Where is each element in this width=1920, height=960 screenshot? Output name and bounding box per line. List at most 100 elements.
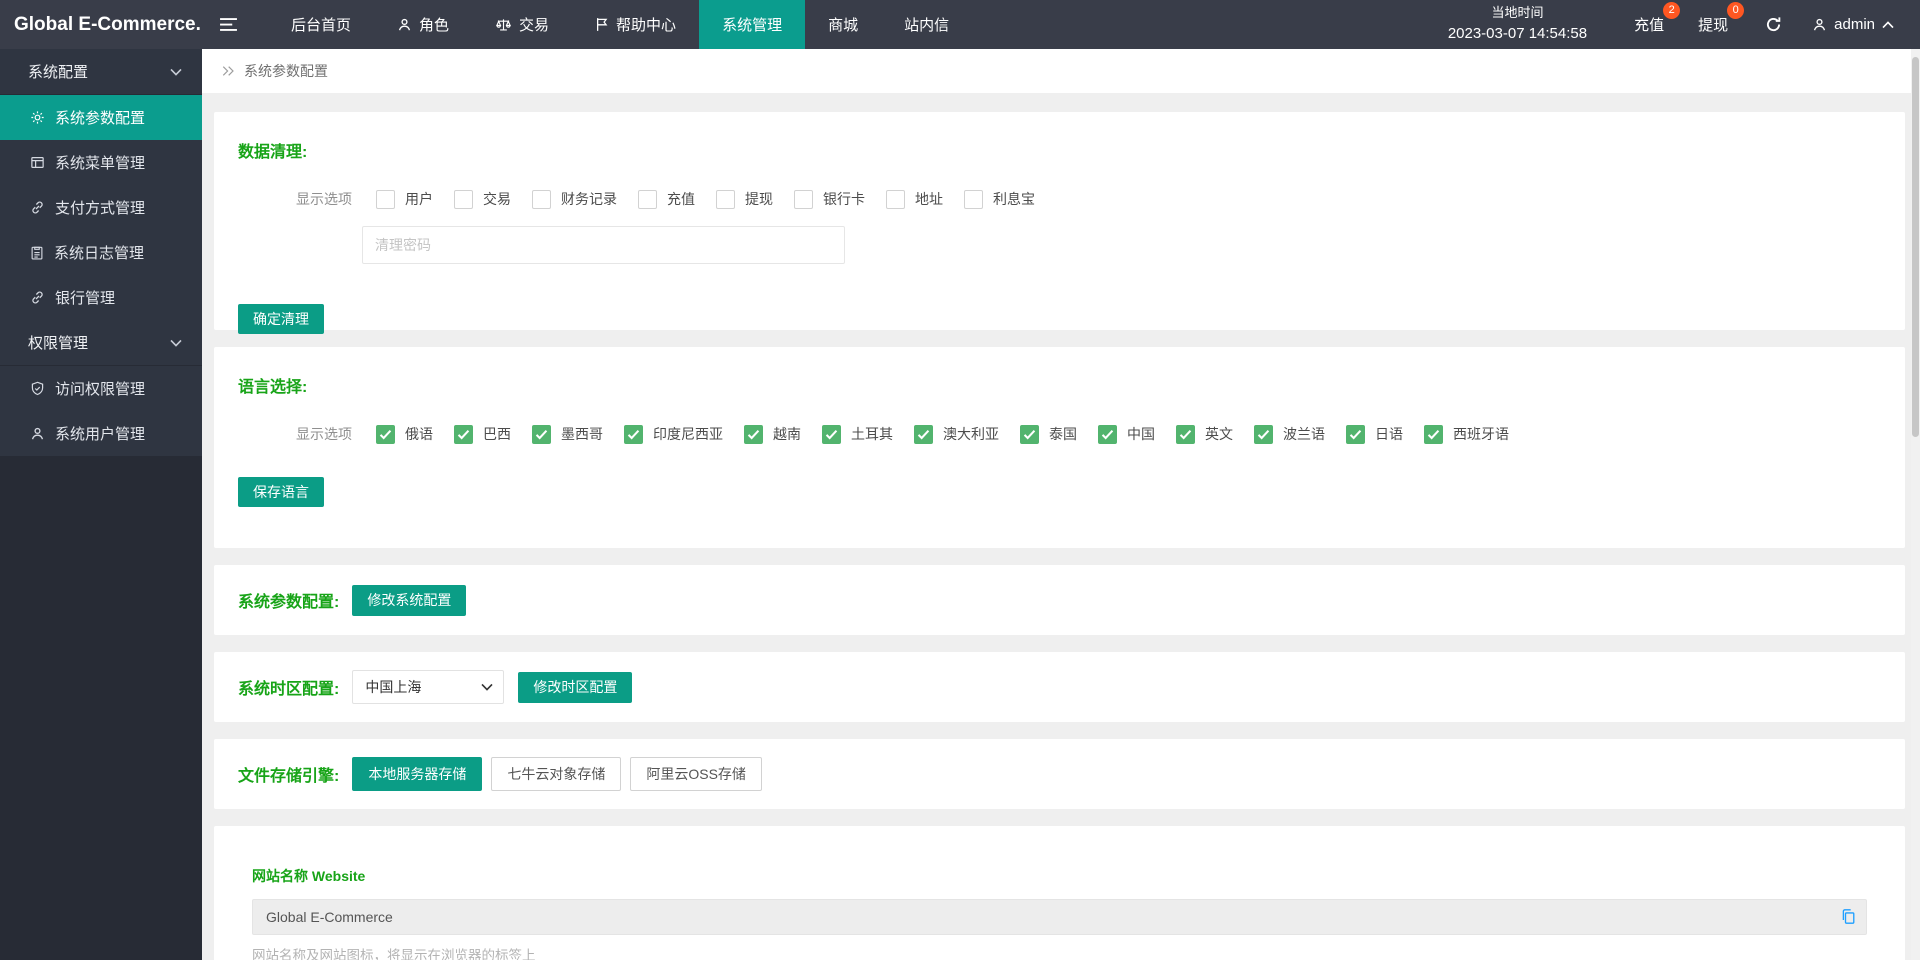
system-param-label: 系统参数配置: — [238, 594, 340, 611]
timezone-select[interactable]: 中国上海 — [352, 670, 505, 704]
withdraw-badge: 0 — [1727, 2, 1745, 19]
timezone-label: 系统时区配置: — [238, 681, 340, 698]
recharge-label: 充值 — [1634, 17, 1665, 34]
sidebar-group-label: 系统配置 — [28, 64, 89, 81]
breadcrumb-title: 系统参数配置 — [244, 63, 328, 79]
withdraw-label: 提现 — [1698, 17, 1729, 34]
checkbox-unchecked[interactable] — [716, 189, 735, 209]
language-option[interactable]: 澳大利亚 — [914, 424, 999, 444]
sidebar-item-label: 系统用户管理 — [55, 426, 146, 443]
sidebar-group-header[interactable]: 系统配置 — [0, 49, 202, 95]
data-clean-checkbox-group: 用户 交易 财务记录 充值 提现 银行卡 地址 利息宝 — [376, 189, 1056, 209]
language-option[interactable]: 印度尼西亚 — [624, 424, 723, 444]
checkbox-checked[interactable] — [532, 424, 551, 444]
sidebar-group-header[interactable]: 权限管理 — [0, 320, 202, 366]
checkbox-checked[interactable] — [1176, 424, 1195, 444]
nav-item-6[interactable]: 商城 — [805, 0, 881, 49]
user-menu[interactable]: admin — [1812, 16, 1894, 33]
checkbox-checked[interactable] — [1254, 424, 1273, 444]
storage-option-button-1[interactable]: 本地服务器存储 — [352, 757, 483, 791]
recharge-button[interactable]: 充值 2 — [1634, 2, 1681, 35]
checkbox-checked[interactable] — [1346, 424, 1365, 444]
checkbox-label: 越南 — [773, 426, 801, 442]
language-option[interactable]: 波兰语 — [1254, 424, 1325, 444]
modify-timezone-button[interactable]: 修改时区配置 — [518, 671, 633, 703]
modify-system-config-button[interactable]: 修改系统配置 — [352, 584, 467, 616]
checkbox-unchecked[interactable] — [532, 189, 551, 209]
sidebar-item[interactable]: 系统参数配置 — [0, 95, 202, 140]
data-clean-option[interactable]: 用户 — [376, 189, 433, 209]
checkbox-unchecked[interactable] — [886, 189, 905, 209]
nav-item-4[interactable]: 帮助中心 — [572, 0, 699, 49]
clean-password-input[interactable] — [362, 226, 845, 264]
language-option[interactable]: 中国 — [1098, 424, 1155, 444]
checkbox-checked[interactable] — [822, 424, 841, 444]
hamburger-icon — [219, 17, 238, 32]
checkbox-checked[interactable] — [1020, 424, 1039, 444]
data-clean-option[interactable]: 银行卡 — [794, 189, 865, 209]
sidebar-item[interactable]: 系统日志管理 — [0, 230, 202, 275]
sidebar-group-label: 权限管理 — [28, 335, 89, 352]
withdraw-button[interactable]: 提现 0 — [1698, 2, 1745, 35]
language-option[interactable]: 俄语 — [376, 424, 433, 444]
hamburger-button[interactable] — [202, 0, 254, 49]
copy-icon[interactable] — [1840, 908, 1856, 930]
storage-card: 文件存储引擎: 本地服务器存储 七牛云对象存储 阿里云OSS存储 — [214, 739, 1905, 809]
nav-item-2[interactable]: 角色 — [374, 0, 472, 49]
language-option[interactable]: 土耳其 — [822, 424, 893, 444]
website-name-input[interactable] — [252, 899, 1867, 935]
nav-item-7[interactable]: 站内信 — [881, 0, 972, 49]
language-option[interactable]: 西班牙语 — [1424, 424, 1509, 444]
refresh-button[interactable] — [1765, 16, 1782, 33]
nav-item-label: 后台首页 — [291, 17, 352, 34]
data-clean-option[interactable]: 充值 — [638, 189, 695, 209]
data-clean-option[interactable]: 提现 — [716, 189, 773, 209]
data-clean-options-row: 显示选项 用户 交易 财务记录 充值 提现 银行卡 地址 利息宝 — [296, 189, 1881, 209]
storage-option-button-3[interactable]: 阿里云OSS存储 — [630, 757, 762, 791]
checkbox-unchecked[interactable] — [638, 189, 657, 209]
data-clean-option[interactable]: 财务记录 — [532, 189, 617, 209]
checkbox-label: 西班牙语 — [1453, 426, 1509, 442]
nav-item-3[interactable]: 交易 — [472, 0, 572, 49]
language-option[interactable]: 日语 — [1346, 424, 1403, 444]
checkbox-unchecked[interactable] — [794, 189, 813, 209]
main-content: 数据清理: 显示选项 用户 交易 财务记录 充值 提现 银行卡 地址 利息宝 确定清理 语言选… — [202, 93, 1920, 960]
checkbox-checked[interactable] — [1424, 424, 1443, 444]
data-clean-option[interactable]: 地址 — [886, 189, 943, 209]
nav-item-1[interactable]: 后台首页 — [268, 0, 374, 49]
checkbox-checked[interactable] — [1098, 424, 1117, 444]
main-nav: 后台首页 角色 交易 帮助中心 系统管理 商城 站内信 — [268, 0, 972, 49]
sidebar-item[interactable]: 访问权限管理 — [0, 366, 202, 411]
checkbox-checked[interactable] — [376, 424, 395, 444]
checkbox-unchecked[interactable] — [454, 189, 473, 209]
sidebar-item[interactable]: 系统菜单管理 — [0, 140, 202, 185]
language-option[interactable]: 巴西 — [454, 424, 511, 444]
data-clean-option[interactable]: 交易 — [454, 189, 511, 209]
flag-icon — [595, 17, 609, 32]
storage-option-button-2[interactable]: 七牛云对象存储 — [491, 757, 622, 791]
confirm-clean-button[interactable]: 确定清理 — [238, 304, 324, 334]
checkbox-checked[interactable] — [454, 424, 473, 444]
language-option[interactable]: 英文 — [1176, 424, 1233, 444]
chevron-up-icon — [1882, 20, 1894, 29]
checkbox-checked[interactable] — [914, 424, 933, 444]
scrollbar-thumb[interactable] — [1912, 57, 1919, 437]
language-option[interactable]: 墨西哥 — [532, 424, 603, 444]
language-option[interactable]: 泰国 — [1020, 424, 1077, 444]
save-language-button[interactable]: 保存语言 — [238, 477, 324, 507]
sidebar-item[interactable]: 系统用户管理 — [0, 411, 202, 456]
sidebar-item[interactable]: 银行管理 — [0, 275, 202, 320]
checkbox-label: 银行卡 — [823, 191, 865, 207]
checkbox-checked[interactable] — [624, 424, 643, 444]
menu-panel-icon — [30, 155, 45, 170]
checkbox-unchecked[interactable] — [964, 189, 983, 209]
sidebar-item[interactable]: 支付方式管理 — [0, 185, 202, 230]
checkbox-label: 印度尼西亚 — [653, 426, 723, 442]
nav-item-5[interactable]: 系统管理 — [699, 0, 806, 49]
checkbox-unchecked[interactable] — [376, 189, 395, 209]
data-clean-option[interactable]: 利息宝 — [964, 189, 1035, 209]
page-scrollbar[interactable] — [1911, 49, 1920, 960]
checkbox-checked[interactable] — [744, 424, 763, 444]
top-navbar: Global E-Commerce... 后台首页 角色 交易 帮助中心 系统管理 商城 站… — [0, 0, 1920, 49]
language-option[interactable]: 越南 — [744, 424, 801, 444]
